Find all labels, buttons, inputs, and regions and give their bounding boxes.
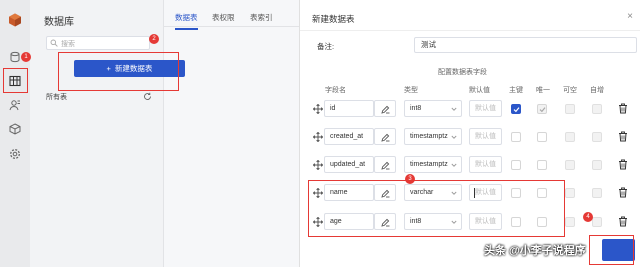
drag-handle-icon[interactable] — [313, 160, 323, 170]
settings-icon[interactable] — [9, 148, 21, 160]
col-header-type: 类型 — [404, 87, 418, 94]
col-header-default: 默认值 — [469, 87, 490, 94]
logo-icon — [9, 13, 21, 27]
search-icon — [50, 39, 58, 47]
primary-checkbox[interactable] — [511, 132, 521, 142]
field-edit-button[interactable] — [374, 100, 396, 117]
remark-label: 备注: — [317, 42, 335, 51]
annotation-box-3 — [308, 180, 565, 237]
tab-permissions[interactable]: 表权限 — [212, 12, 235, 23]
col-header-field-name: 字段名 — [325, 87, 346, 94]
drag-handle-icon[interactable] — [313, 104, 323, 114]
chevron-down-icon — [451, 135, 457, 139]
field-type-select[interactable]: timestamptz — [404, 128, 462, 145]
edit-icon — [381, 105, 390, 114]
watermark: 头条 @小李子说程序 — [484, 245, 586, 257]
field-type-select[interactable]: timestamptz — [404, 156, 462, 173]
auto-checkbox[interactable] — [592, 104, 602, 114]
app-area: 数据库 搜索 所有表 + 新建数据表 数据表 表权限 表索引 — [30, 0, 299, 267]
nullable-checkbox[interactable] — [565, 188, 575, 198]
remark-input[interactable]: 测试 — [414, 37, 637, 53]
field-row: updated_at timestamptz 默认值 — [300, 154, 640, 176]
edit-icon — [381, 133, 390, 142]
field-edit-button[interactable] — [374, 156, 396, 173]
close-icon[interactable]: × — [625, 12, 635, 22]
annotation-badge-4: 4 — [583, 212, 593, 222]
annotation-badge-2: 2 — [149, 34, 159, 44]
default-value-input[interactable]: 默认值 — [469, 100, 502, 117]
unique-checkbox[interactable] — [537, 160, 547, 170]
search-input[interactable]: 搜索 — [46, 36, 150, 50]
annotation-box-2 — [58, 52, 179, 91]
refresh-icon[interactable] — [143, 92, 152, 101]
annotation-box-4 — [589, 235, 634, 265]
drag-handle-icon[interactable] — [313, 132, 323, 142]
col-header-auto-increment: 自增 — [590, 87, 604, 94]
table-sidebar: 数据库 搜索 所有表 — [30, 0, 164, 267]
nullable-checkbox[interactable] — [565, 104, 575, 114]
primary-checkbox[interactable] — [511, 104, 521, 114]
box-icon[interactable] — [9, 123, 21, 135]
database-icon[interactable] — [9, 51, 21, 63]
field-type-value: timestamptz — [410, 161, 448, 168]
field-row: id int8 默认值 — [300, 98, 640, 120]
auto-checkbox[interactable] — [592, 160, 602, 170]
config-fields-title: 配置数据表字段 — [438, 69, 487, 76]
auto-checkbox[interactable] — [592, 188, 602, 198]
nullable-checkbox[interactable] — [565, 132, 575, 142]
default-value-input[interactable]: 默认值 — [469, 156, 502, 173]
col-header-nullable: 可空 — [563, 87, 577, 94]
field-type-value: int8 — [410, 105, 422, 112]
trash-icon[interactable] — [618, 131, 628, 142]
tab-indexes[interactable]: 表索引 — [250, 12, 273, 23]
all-tables-label: 所有表 — [46, 94, 67, 101]
primary-checkbox[interactable] — [511, 160, 521, 170]
trash-icon[interactable] — [618, 187, 628, 198]
dialog-title: 新建数据表 — [312, 14, 355, 24]
nullable-checkbox[interactable] — [565, 160, 575, 170]
auto-checkbox[interactable] — [592, 217, 602, 227]
unique-checkbox[interactable] — [537, 132, 547, 142]
field-row: created_at timestamptz 默认值 — [300, 126, 640, 148]
chevron-down-icon — [451, 107, 457, 111]
trash-icon[interactable] — [618, 159, 628, 170]
nullable-checkbox[interactable] — [565, 217, 575, 227]
tabs-divider — [164, 26, 299, 27]
col-header-primary: 主键 — [509, 87, 523, 94]
annotation-badge-1: 1 — [21, 52, 31, 62]
trash-icon[interactable] — [618, 216, 628, 227]
search-placeholder: 搜索 — [61, 41, 75, 48]
users-icon[interactable] — [9, 99, 21, 111]
annotation-badge-3: 3 — [405, 174, 415, 184]
field-name-input[interactable]: id — [324, 100, 374, 117]
left-rail — [0, 0, 30, 267]
chevron-down-icon — [451, 163, 457, 167]
field-edit-button[interactable] — [374, 128, 396, 145]
default-value-input[interactable]: 默认值 — [469, 128, 502, 145]
tab-tables[interactable]: 数据表 — [175, 12, 198, 30]
field-name-input[interactable]: updated_at — [324, 156, 374, 173]
field-name-input[interactable]: created_at — [324, 128, 374, 145]
trash-icon[interactable] — [618, 103, 628, 114]
auto-checkbox[interactable] — [592, 132, 602, 142]
col-header-unique: 唯一 — [536, 87, 550, 94]
unique-checkbox[interactable] — [537, 104, 547, 114]
annotation-box-1 — [3, 68, 28, 93]
field-type-value: timestamptz — [410, 133, 448, 140]
edit-icon — [381, 161, 390, 170]
dialog-divider — [300, 30, 640, 31]
field-type-select[interactable]: int8 — [404, 100, 462, 117]
sidebar-title: 数据库 — [44, 17, 74, 28]
